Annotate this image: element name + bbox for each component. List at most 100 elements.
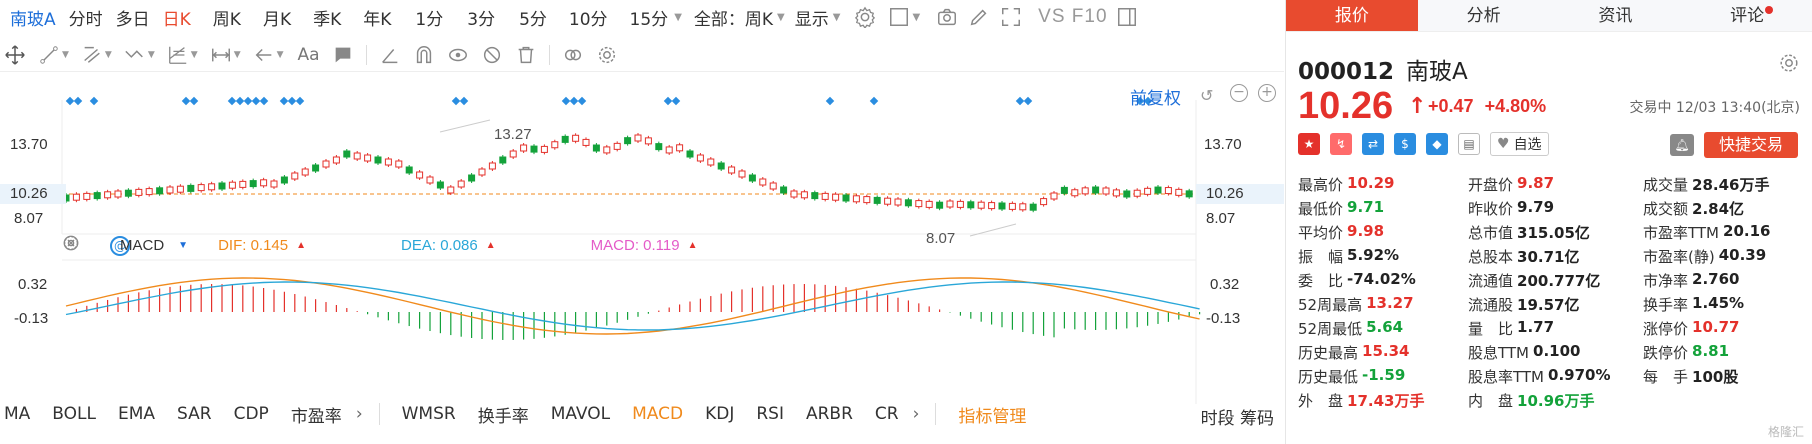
event-marker[interactable] (89, 96, 99, 106)
tab-quote[interactable]: 报价 (1286, 0, 1418, 31)
bell-icon[interactable]: 🔔︎ (1670, 134, 1694, 156)
event-marker[interactable] (243, 96, 253, 106)
indicator-ma[interactable]: MA (4, 404, 30, 424)
add-favorite-button[interactable]: ♥ 自选 (1490, 132, 1549, 156)
kline-chart[interactable]: 前复权 ↺ − + 13.70 8.07 13.70 8.07 10.26 10… (0, 74, 1284, 404)
event-marker[interactable] (295, 96, 305, 106)
event-marker[interactable] (671, 96, 681, 106)
event-marker[interactable] (65, 96, 75, 106)
period-multiday[interactable]: 多日 (116, 5, 150, 30)
indicator-pe[interactable]: 市盈率 (291, 402, 342, 427)
fullscreen-icon[interactable] (1000, 6, 1022, 28)
chevron-right-icon[interactable]: › (356, 404, 363, 424)
chevron-down-icon[interactable]: ▼ (105, 50, 112, 60)
period-monthly-k[interactable]: 月K (263, 5, 291, 30)
period-fenshi[interactable]: 分时 (69, 5, 103, 30)
period-daily-k[interactable]: 日K (163, 5, 191, 30)
indicator-cdp[interactable]: CDP (234, 404, 269, 424)
event-marker[interactable] (1023, 96, 1033, 106)
tag-icon[interactable]: ◆ (1426, 133, 1448, 155)
magnet-icon[interactable] (413, 44, 435, 66)
chevron-down-icon[interactable]: ▼ (777, 12, 785, 23)
event-marker[interactable] (561, 96, 571, 106)
chevron-right-icon[interactable]: › (913, 404, 920, 424)
event-marker[interactable] (287, 96, 297, 106)
macd-label[interactable]: MACD (120, 237, 164, 254)
indicator-arbr[interactable]: ARBR (806, 404, 853, 424)
indicator-macd[interactable]: MACD (632, 404, 683, 424)
event-marker[interactable] (663, 96, 673, 106)
gear-icon[interactable] (1778, 52, 1800, 74)
chevron-down-icon[interactable]: ▼ (191, 50, 198, 60)
close-icon[interactable] (63, 235, 110, 254)
period-yearly-k[interactable]: 年K (363, 5, 391, 30)
event-marker[interactable] (459, 96, 469, 106)
event-marker[interactable] (227, 96, 237, 106)
indicator-ema[interactable]: EMA (118, 404, 155, 424)
event-marker[interactable] (235, 96, 245, 106)
trash-icon[interactable] (515, 44, 537, 66)
tab-analysis[interactable]: 分析 (1418, 0, 1550, 31)
angle-tool-icon[interactable] (379, 44, 401, 66)
event-marker[interactable] (279, 96, 289, 106)
period-weekly-k[interactable]: 周K (213, 5, 241, 30)
period-quarterly-k[interactable]: 季K (313, 5, 341, 30)
arrow-tool-icon[interactable] (253, 44, 275, 66)
event-marker[interactable] (869, 96, 879, 106)
indicator-wmsr[interactable]: WMSR (402, 404, 456, 424)
eye-icon[interactable] (447, 44, 469, 66)
period-10min[interactable]: 10分 (569, 5, 608, 30)
event-marker[interactable] (451, 96, 461, 106)
indicator-rsi[interactable]: RSI (756, 404, 784, 424)
indicator-turnover[interactable]: 换手率 (478, 402, 529, 427)
event-marker[interactable] (73, 96, 83, 106)
chevron-down-icon[interactable]: ▼ (148, 50, 155, 60)
reset-icon[interactable]: ↺ (1200, 86, 1213, 105)
compare-icon[interactable] (562, 44, 584, 66)
event-marker[interactable] (825, 96, 835, 106)
zoom-out-icon[interactable]: − (1230, 84, 1248, 102)
event-marker[interactable] (259, 96, 269, 106)
vs-f10-button[interactable]: VS F10 (1038, 6, 1107, 28)
dollar-icon[interactable]: $ (1394, 133, 1416, 155)
indicator-boll[interactable]: BOLL (52, 404, 96, 424)
time-chip-tabs[interactable]: 时段 筹码 (1201, 404, 1274, 429)
event-marker[interactable] (251, 96, 261, 106)
gear-icon[interactable] (854, 6, 876, 30)
chevron-down-icon[interactable]: ▼ (833, 12, 841, 23)
line-tool-icon[interactable] (38, 44, 60, 66)
event-marker[interactable] (577, 96, 587, 106)
settings-icon[interactable] (596, 44, 618, 66)
china-flag-icon[interactable]: ★ (1298, 133, 1320, 155)
period-1min[interactable]: 1分 (415, 5, 443, 30)
event-marker[interactable] (1015, 96, 1025, 106)
mode-select[interactable]: 全部：周K (694, 5, 773, 30)
tab-comments[interactable]: 评论 (1681, 0, 1812, 31)
period-5min[interactable]: 5分 (519, 5, 547, 30)
event-marker[interactable] (181, 96, 191, 106)
tab-news[interactable]: 资讯 (1550, 0, 1682, 31)
chevron-down-icon[interactable]: ▼ (674, 12, 682, 23)
wave-tool-icon[interactable] (124, 44, 146, 66)
bookmark-icon[interactable]: ▤ (1458, 133, 1480, 155)
period-3min[interactable]: 3分 (467, 5, 495, 30)
indicator-cr[interactable]: CR (875, 404, 899, 424)
indicator-sar[interactable]: SAR (177, 404, 212, 424)
chevron-down-icon[interactable]: ▼ (178, 240, 188, 251)
hide-icon[interactable] (481, 44, 503, 66)
comment-icon[interactable] (332, 44, 354, 66)
adjust-mode-link[interactable]: 前复权 (1130, 84, 1181, 109)
indicator-mavol[interactable]: MAVOL (551, 404, 610, 424)
quick-trade-button[interactable]: 快捷交易 (1704, 132, 1798, 158)
event-marker[interactable] (569, 96, 579, 106)
display-select[interactable]: 显示 (795, 5, 829, 30)
indicator-manage[interactable]: 指标管理 (958, 402, 1026, 427)
period-15min[interactable]: 15分 (630, 5, 669, 30)
chevron-down-icon[interactable]: ▼ (234, 50, 241, 60)
fib-tool-icon[interactable] (167, 44, 189, 66)
chevron-down-icon[interactable]: ▼ (912, 12, 920, 23)
chevron-down-icon[interactable]: ▼ (62, 50, 69, 60)
zoom-in-icon[interactable]: + (1258, 84, 1276, 102)
event-marker[interactable] (189, 96, 199, 106)
chevron-down-icon[interactable]: ▼ (277, 50, 284, 60)
